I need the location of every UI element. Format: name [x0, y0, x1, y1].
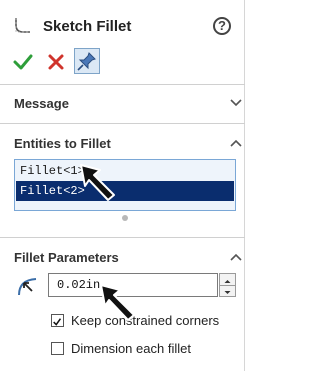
- list-resize-handle[interactable]: [122, 215, 128, 221]
- message-section-title: Message: [14, 96, 69, 111]
- divider: [0, 237, 245, 238]
- panel-title: Sketch Fillet: [43, 18, 132, 35]
- help-icon[interactable]: ?: [213, 17, 231, 35]
- ok-checkmark-button[interactable]: [12, 51, 34, 73]
- dimension-each-fillet-label: Dimension each fillet: [71, 341, 191, 356]
- pointer-arrow-icon: [80, 164, 115, 201]
- list-item[interactable]: Fillet<1>: [16, 161, 234, 181]
- chevron-up-icon[interactable]: [230, 253, 242, 261]
- pointer-arrow-icon: [100, 284, 135, 321]
- radius-stepper[interactable]: [219, 273, 236, 297]
- pin-button[interactable]: [74, 48, 100, 74]
- pushpin-icon: [77, 52, 96, 71]
- entities-list[interactable]: Fillet<1> Fillet<2>: [14, 159, 236, 211]
- keep-constrained-corners-label: Keep constrained corners: [71, 313, 220, 328]
- panel-header: Sketch Fillet ?: [0, 0, 245, 44]
- triangle-down-icon: [224, 291, 231, 294]
- chevron-down-icon[interactable]: [230, 99, 242, 107]
- dimension-each-fillet-checkbox[interactable]: [51, 342, 64, 355]
- divider: [0, 123, 245, 124]
- property-manager-panel: Sketch Fillet ? Message Entities to Fill…: [0, 0, 245, 371]
- cancel-x-button[interactable]: [45, 51, 67, 73]
- divider: [0, 84, 245, 85]
- chevron-up-icon[interactable]: [230, 139, 242, 147]
- keep-constrained-corners-checkbox[interactable]: [51, 314, 64, 327]
- entities-section-title: Entities to Fillet: [14, 136, 111, 151]
- stepper-down-button[interactable]: [220, 285, 235, 296]
- fillet-radius-icon: [18, 278, 37, 296]
- list-item-selected[interactable]: Fillet<2>: [16, 181, 234, 201]
- action-bar: [0, 48, 245, 78]
- params-section-title: Fillet Parameters: [14, 250, 119, 265]
- sketch-fillet-icon: [15, 18, 30, 33]
- checkmark-icon: [53, 318, 62, 326]
